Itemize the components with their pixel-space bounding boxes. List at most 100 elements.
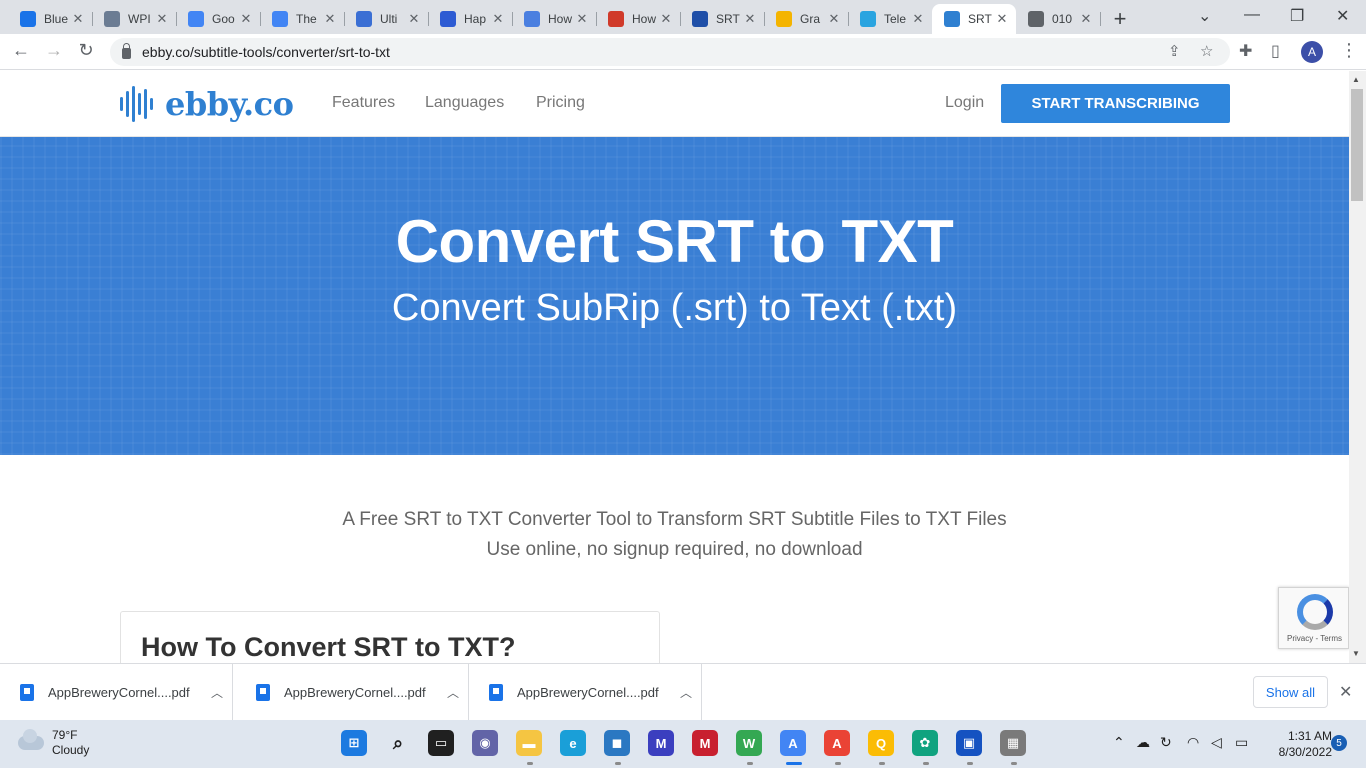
tab-close-icon[interactable]: ✕ bbox=[238, 11, 254, 27]
download-item[interactable]: AppBreweryCornel....pdf ︿ bbox=[0, 664, 233, 721]
page-scrollbar[interactable]: ▲ ▼ bbox=[1349, 71, 1366, 663]
browser-tab[interactable]: SRT ✕ bbox=[680, 4, 765, 34]
recaptcha-logo-icon bbox=[1297, 594, 1333, 630]
tab-close-icon[interactable]: ✕ bbox=[490, 11, 506, 27]
reload-icon[interactable]: ↻ bbox=[74, 40, 98, 61]
tab-close-icon[interactable]: ✕ bbox=[658, 11, 674, 27]
tab-favicon-icon bbox=[944, 11, 960, 27]
profile-avatar[interactable]: A bbox=[1301, 41, 1323, 63]
chrome-profile-q-icon[interactable]: Q bbox=[868, 730, 894, 756]
show-all-button[interactable]: Show all bbox=[1253, 676, 1328, 708]
minimize-button[interactable]: — bbox=[1244, 6, 1260, 24]
start-transcribing-button[interactable]: START TRANSCRIBING bbox=[1001, 84, 1230, 123]
calculator-icon[interactable]: ▦ bbox=[1000, 730, 1026, 756]
sync-icon[interactable]: ↻ bbox=[1160, 734, 1172, 751]
profile-badge: W bbox=[742, 735, 756, 751]
page-viewport: ebby.co Features Languages Pricing Login… bbox=[0, 71, 1349, 663]
url-text: ebby.co/subtitle-tools/converter/srt-to-… bbox=[142, 44, 390, 60]
tab-close-icon[interactable]: ✕ bbox=[406, 11, 422, 27]
nav-languages[interactable]: Languages bbox=[425, 94, 504, 112]
restore-button[interactable]: ❐ bbox=[1290, 6, 1304, 26]
profile-badge: A bbox=[832, 735, 842, 751]
battery-icon[interactable]: ▭ bbox=[1235, 734, 1248, 751]
browser-tab[interactable]: WPI ✕ bbox=[92, 4, 177, 34]
store-icon[interactable]: ◼ bbox=[604, 730, 630, 756]
tab-favicon-icon bbox=[1028, 11, 1044, 27]
remote-desktop-icon[interactable]: ▣ bbox=[956, 730, 982, 756]
bookmark-star-icon[interactable]: ☆ bbox=[1200, 42, 1213, 60]
onedrive-cloud-icon[interactable]: ☁ bbox=[1136, 734, 1150, 751]
browser-tab[interactable]: Tele ✕ bbox=[848, 4, 933, 34]
side-panel-icon[interactable]: ▯ bbox=[1271, 41, 1280, 61]
close-window-button[interactable]: ✕ bbox=[1336, 6, 1349, 26]
download-item[interactable]: AppBreweryCornel....pdf ︿ bbox=[236, 664, 469, 721]
browser-tab[interactable]: Blue ✕ bbox=[8, 4, 93, 34]
browser-tab[interactable]: Gra ✕ bbox=[764, 4, 849, 34]
edge-browser-icon[interactable]: e bbox=[560, 730, 586, 756]
nav-features[interactable]: Features bbox=[332, 94, 395, 112]
browser-tab[interactable]: 010 ✕ bbox=[1016, 4, 1101, 34]
tab-close-icon[interactable]: ✕ bbox=[910, 11, 926, 27]
chrome-profile-a2-icon[interactable]: A bbox=[824, 730, 850, 756]
intro-line-2: Use online, no signup required, no downl… bbox=[486, 539, 863, 560]
recaptcha-terms[interactable]: Privacy - Terms bbox=[1279, 634, 1349, 643]
tab-close-icon[interactable]: ✕ bbox=[154, 11, 170, 27]
browser-tab[interactable]: How ✕ bbox=[512, 4, 597, 34]
tab-title: Blue bbox=[44, 12, 69, 26]
volume-icon[interactable]: ◁ bbox=[1211, 734, 1222, 751]
chevron-up-icon[interactable]: ︿ bbox=[671, 684, 701, 701]
close-icon[interactable]: ✕ bbox=[1339, 682, 1352, 702]
new-tab-button[interactable]: + bbox=[1110, 6, 1130, 32]
browser-tab[interactable]: How ✕ bbox=[596, 4, 681, 34]
scroll-up-arrow-icon[interactable]: ▲ bbox=[1352, 75, 1360, 84]
nav-pricing[interactable]: Pricing bbox=[536, 94, 585, 112]
browser-tab[interactable]: Ulti ✕ bbox=[344, 4, 429, 34]
login-link[interactable]: Login bbox=[945, 94, 984, 112]
back-arrow-icon[interactable]: ← bbox=[9, 40, 33, 61]
extensions-icon[interactable]: ✚ bbox=[1239, 41, 1252, 61]
address-bar[interactable]: ebby.co/subtitle-tools/converter/srt-to-… bbox=[110, 38, 1230, 66]
running-indicator bbox=[747, 762, 753, 765]
site-logo[interactable]: ebby.co bbox=[120, 85, 294, 123]
wifi-icon[interactable]: ◠ bbox=[1187, 734, 1199, 751]
forward-arrow-icon[interactable]: → bbox=[42, 40, 66, 61]
tab-close-icon[interactable]: ✕ bbox=[826, 11, 842, 27]
weather-widget[interactable]: 79°F Cloudy bbox=[18, 728, 89, 758]
download-item[interactable]: AppBreweryCornel....pdf ︿ bbox=[469, 664, 702, 721]
tab-favicon-icon bbox=[860, 11, 876, 27]
tab-close-icon[interactable]: ✕ bbox=[994, 11, 1010, 27]
browser-tab[interactable]: Goo ✕ bbox=[176, 4, 261, 34]
tab-close-icon[interactable]: ✕ bbox=[322, 11, 338, 27]
browser-tab[interactable]: The ✕ bbox=[260, 4, 345, 34]
browser-menu-icon[interactable]: ⋮ bbox=[1340, 40, 1358, 61]
mcafee-icon[interactable]: M bbox=[692, 730, 718, 756]
teams-chat-icon[interactable]: ◉ bbox=[472, 730, 498, 756]
scroll-down-arrow-icon[interactable]: ▼ bbox=[1352, 649, 1360, 658]
tab-close-icon[interactable]: ✕ bbox=[1078, 11, 1094, 27]
windows-start-icon[interactable]: ⊞ bbox=[341, 730, 367, 756]
tab-close-icon[interactable]: ✕ bbox=[574, 11, 590, 27]
lock-icon[interactable] bbox=[122, 42, 131, 59]
tab-search-icon[interactable]: ⌄ bbox=[1198, 6, 1211, 26]
intro-text: A Free SRT to TXT Converter Tool to Tran… bbox=[0, 505, 1349, 565]
tab-close-icon[interactable]: ✕ bbox=[742, 11, 758, 27]
browser-tab[interactable]: SRT ✕ bbox=[932, 4, 1016, 34]
file-explorer-icon[interactable]: ▬ bbox=[516, 730, 542, 756]
notification-badge[interactable]: 5 bbox=[1331, 735, 1347, 751]
chrome-profile-w-icon[interactable]: W bbox=[736, 730, 762, 756]
chatgpt-icon[interactable]: ✿ bbox=[912, 730, 938, 756]
chevron-up-icon[interactable]: ︿ bbox=[202, 684, 232, 701]
search-icon[interactable]: ⌕ bbox=[385, 730, 411, 756]
recaptcha-badge[interactable]: Privacy - Terms bbox=[1278, 587, 1349, 649]
chrome-profile-a-icon[interactable]: A bbox=[780, 730, 806, 756]
system-clock[interactable]: 1:31 AM 8/30/2022 bbox=[1262, 728, 1332, 760]
chevron-up-icon[interactable]: ︿ bbox=[438, 684, 468, 701]
app-icon[interactable]: M bbox=[648, 730, 674, 756]
scroll-thumb[interactable] bbox=[1351, 89, 1363, 201]
page-subtitle: Convert SubRip (.srt) to Text (.txt) bbox=[391, 287, 958, 329]
share-icon[interactable]: ⇪ bbox=[1168, 42, 1181, 60]
task-view-icon[interactable]: ▭ bbox=[428, 730, 454, 756]
chevron-up-icon[interactable]: ⌃ bbox=[1113, 734, 1125, 751]
browser-tab[interactable]: Hap ✕ bbox=[428, 4, 513, 34]
tab-close-icon[interactable]: ✕ bbox=[70, 11, 86, 27]
